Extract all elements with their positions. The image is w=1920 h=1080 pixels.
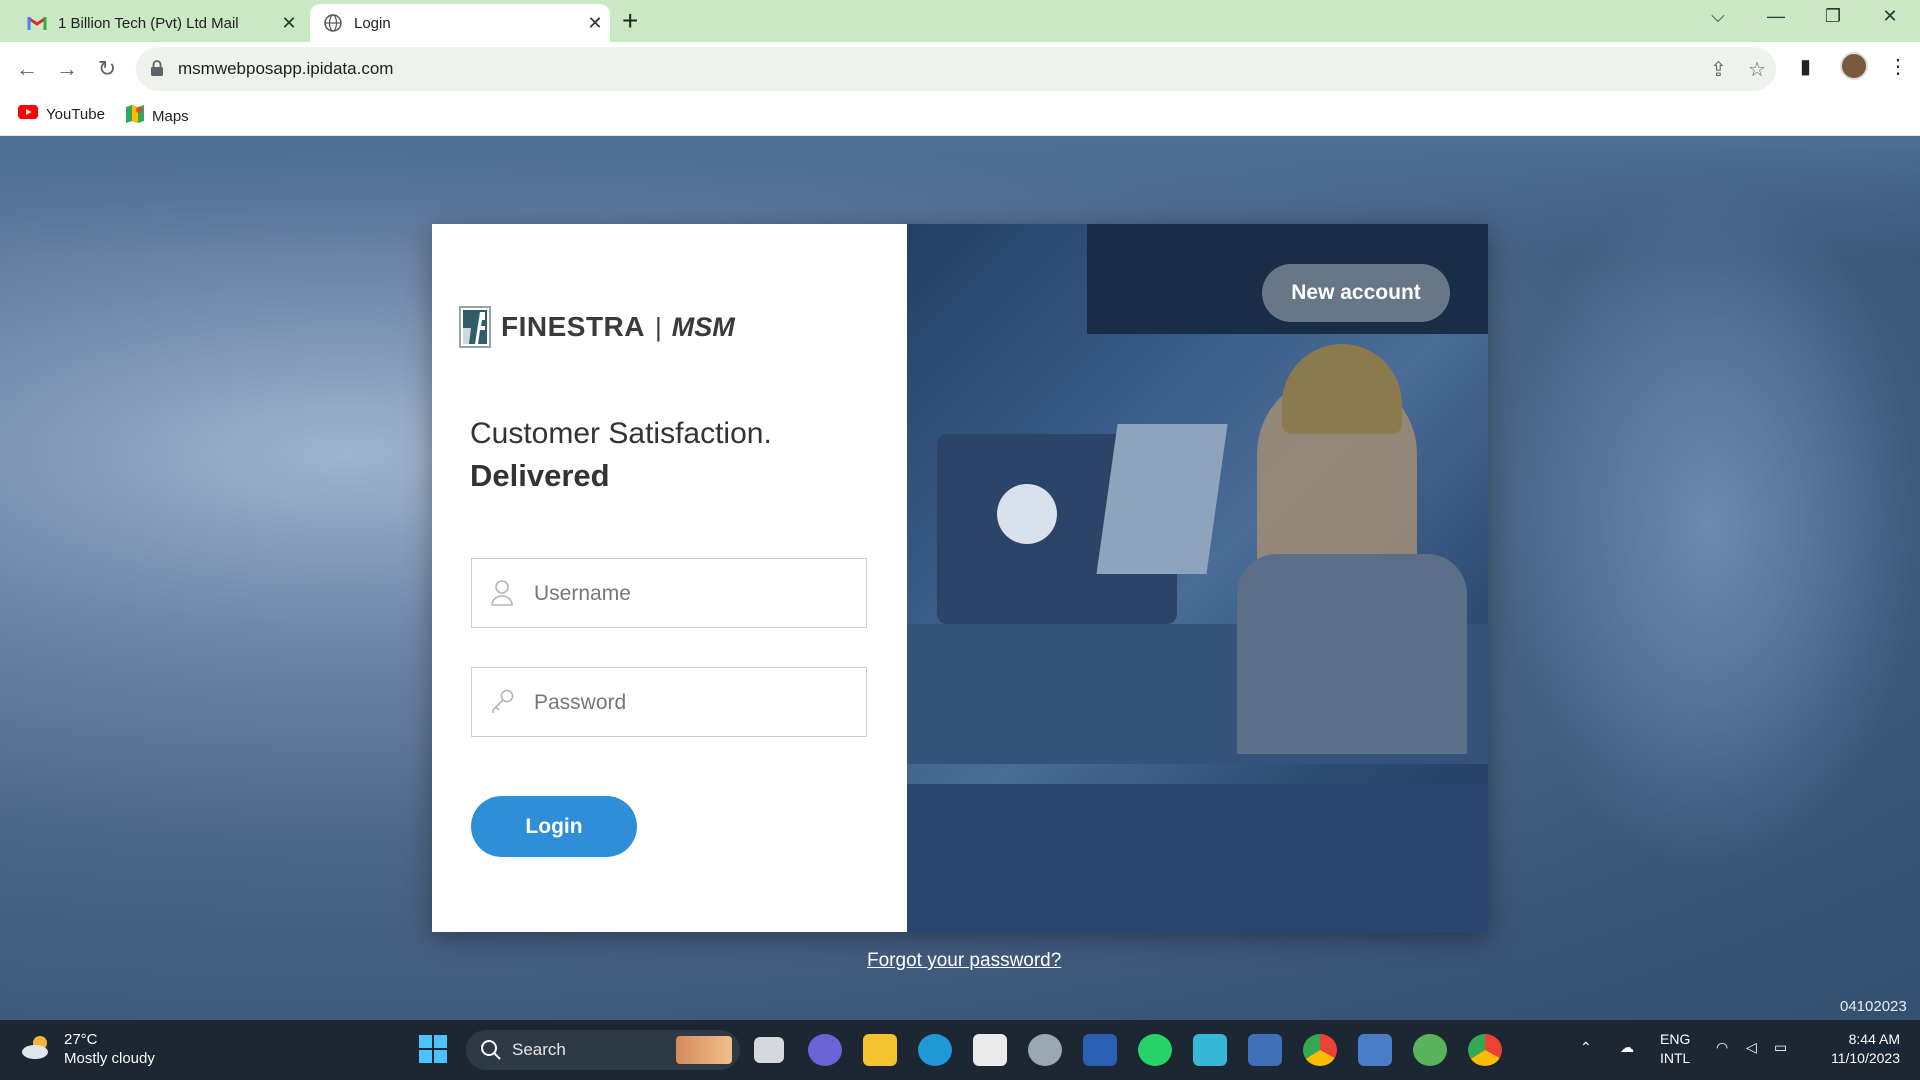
- login-page: FINESTRA | MSM Customer Satisfaction. De…: [0, 136, 1920, 1020]
- battery-icon[interactable]: ▭: [1774, 1038, 1787, 1057]
- new-tab-button[interactable]: +: [622, 6, 638, 36]
- windows-start-icon[interactable]: [418, 1034, 452, 1066]
- teams-chat-icon[interactable]: [808, 1034, 842, 1066]
- tab-gmail[interactable]: 1 Billion Tech (Pvt) Ltd Mail ✕: [14, 4, 304, 42]
- background-blur: [1500, 176, 1920, 876]
- finestra-logo: FINESTRA | MSM: [459, 306, 735, 348]
- browser-toolbar: ← → ↻ msmwebposapp.ipidata.com ⇪ ☆ ▮ ⋮: [0, 42, 1920, 96]
- restore-button[interactable]: ❐: [1813, 6, 1853, 27]
- back-button[interactable]: ←: [12, 54, 42, 84]
- build-number: 04102023: [1840, 998, 1907, 1015]
- volume-icon[interactable]: ◁: [1746, 1038, 1757, 1057]
- hero-image: [997, 484, 1057, 544]
- settings-gear-icon[interactable]: [1028, 1034, 1062, 1066]
- side-panel-icon[interactable]: ▮: [1800, 54, 1811, 79]
- youtube-icon: [18, 105, 38, 123]
- hero-image: [907, 784, 1488, 932]
- reload-button[interactable]: ↻: [92, 54, 122, 84]
- tagline-line-2: Delivered: [470, 458, 610, 493]
- browser-tab-bar: 1 Billion Tech (Pvt) Ltd Mail ✕ Login ✕ …: [0, 0, 1920, 42]
- chrome-icon[interactable]: [1303, 1034, 1337, 1066]
- profile-avatar[interactable]: [1840, 52, 1868, 80]
- app-icon[interactable]: [1193, 1034, 1227, 1066]
- tab-title: 1 Billion Tech (Pvt) Ltd Mail: [58, 14, 239, 32]
- login-form-panel: FINESTRA | MSM Customer Satisfaction. De…: [432, 224, 907, 932]
- password-input[interactable]: [534, 686, 854, 720]
- login-card: FINESTRA | MSM Customer Satisfaction. De…: [432, 224, 1488, 932]
- search-highlight-icon: [676, 1036, 732, 1064]
- lang-line-1: ENG: [1660, 1031, 1691, 1047]
- hero-image: [1282, 344, 1402, 434]
- finestra-logo-mark: [459, 306, 491, 348]
- tab-search-chevron-icon[interactable]: ⌵: [1698, 6, 1738, 27]
- star-bookmark-icon[interactable]: ☆: [1748, 57, 1766, 82]
- cloudy-weather-icon: [20, 1033, 54, 1066]
- clock[interactable]: 8:44 AM 11/10/2023: [1810, 1030, 1900, 1068]
- language-indicator[interactable]: ENG INTL: [1660, 1030, 1690, 1068]
- search-icon: [480, 1039, 502, 1066]
- key-icon: [490, 688, 516, 719]
- close-tab-icon[interactable]: ✕: [580, 13, 610, 34]
- brand-separator: |: [655, 311, 662, 342]
- login-button[interactable]: Login: [471, 796, 637, 857]
- clock-time: 8:44 AM: [1848, 1031, 1900, 1047]
- password-field: [471, 667, 867, 737]
- globe-icon: [320, 13, 346, 33]
- chevron-up-icon[interactable]: ⌃: [1580, 1038, 1592, 1057]
- clock-date: 11/10/2023: [1830, 1050, 1900, 1066]
- tab-login[interactable]: Login ✕: [310, 4, 610, 42]
- bookmark-youtube[interactable]: YouTube: [18, 105, 105, 123]
- weather-widget[interactable]: 27°C Mostly cloudy: [20, 1030, 155, 1068]
- tagline-line-1: Customer Satisfaction.: [470, 417, 772, 450]
- network-app-icon[interactable]: [1358, 1034, 1392, 1066]
- whatsapp-icon[interactable]: [1138, 1034, 1172, 1066]
- chrome-active-icon[interactable]: [1468, 1034, 1502, 1066]
- windows-taskbar: 27°C Mostly cloudy Search ⌃ ☁ ENG INTL ◠…: [0, 1020, 1920, 1080]
- forgot-password-link[interactable]: Forgot your password?: [867, 950, 1061, 972]
- lock-icon: [150, 60, 164, 82]
- username-field: [471, 558, 867, 628]
- close-window-button[interactable]: ✕: [1870, 6, 1910, 27]
- username-input[interactable]: [534, 577, 854, 611]
- address-bar[interactable]: msmwebposapp.ipidata.com ⇪ ☆: [136, 47, 1776, 91]
- forward-button[interactable]: →: [52, 54, 82, 84]
- taskbar-search[interactable]: Search: [466, 1030, 740, 1070]
- globe-app-icon[interactable]: [1413, 1034, 1447, 1066]
- hero-image: [1237, 554, 1467, 754]
- hero-image: [1096, 424, 1228, 574]
- bookmark-label: YouTube: [46, 105, 105, 123]
- weather-temp: 27°C: [64, 1031, 98, 1048]
- edge-icon[interactable]: [918, 1034, 952, 1066]
- brand-name: FINESTRA: [501, 311, 645, 342]
- minimize-button[interactable]: —: [1756, 6, 1796, 27]
- share-icon[interactable]: ⇪: [1710, 57, 1727, 82]
- task-view-icon[interactable]: [754, 1037, 784, 1063]
- word-icon[interactable]: [1083, 1034, 1117, 1066]
- maps-icon: [126, 105, 144, 127]
- new-account-button[interactable]: New account: [1262, 264, 1450, 322]
- weather-desc: Mostly cloudy: [64, 1050, 155, 1067]
- tab-title: Login: [354, 14, 391, 32]
- bookmark-label: Maps: [152, 107, 189, 125]
- onedrive-cloud-icon[interactable]: ☁: [1620, 1038, 1634, 1057]
- close-tab-icon[interactable]: ✕: [274, 13, 304, 34]
- hero-image-panel: New account: [907, 224, 1488, 932]
- remote-desktop-icon[interactable]: [1248, 1034, 1282, 1066]
- lang-line-2: INTL: [1660, 1050, 1691, 1066]
- menu-kebab-icon[interactable]: ⋮: [1888, 54, 1908, 79]
- search-label: Search: [512, 1040, 566, 1059]
- url-text: msmwebposapp.ipidata.com: [178, 59, 394, 78]
- user-icon: [490, 579, 514, 612]
- bookmarks-bar: YouTube Maps: [0, 96, 1920, 136]
- bookmark-maps[interactable]: Maps: [126, 105, 189, 127]
- file-explorer-icon[interactable]: [863, 1034, 897, 1066]
- gmail-icon: [24, 15, 50, 31]
- microsoft-store-icon[interactable]: [973, 1034, 1007, 1066]
- wifi-icon[interactable]: ◠: [1716, 1038, 1728, 1057]
- product-name: MSM: [671, 311, 735, 342]
